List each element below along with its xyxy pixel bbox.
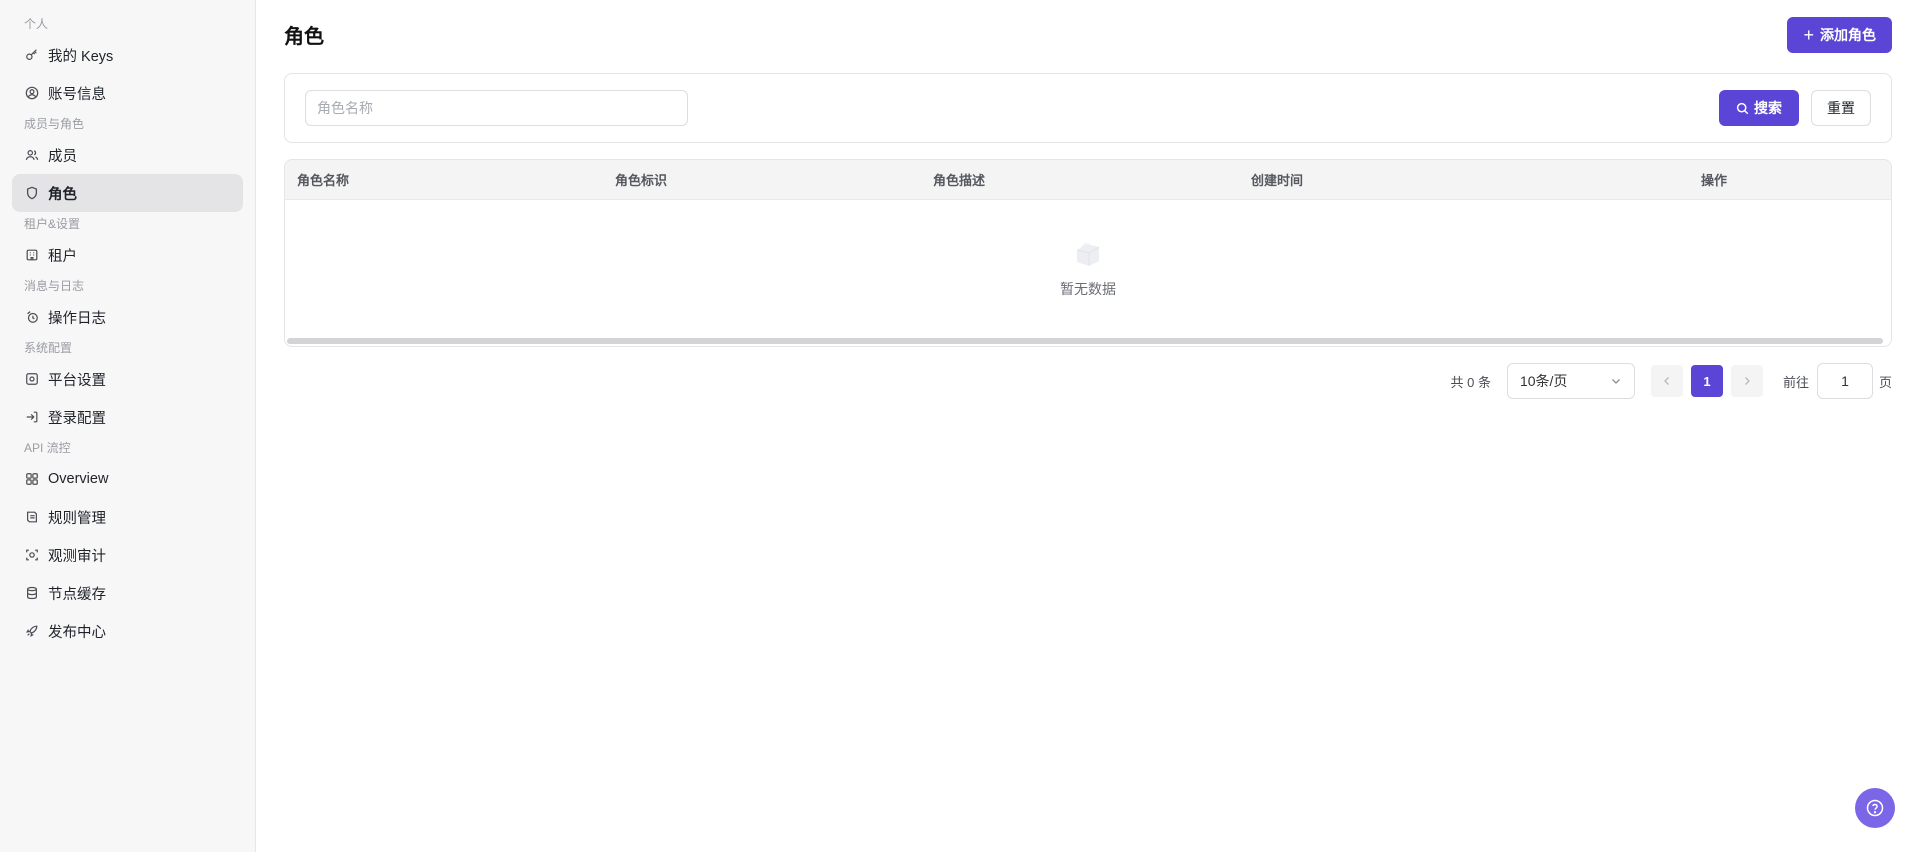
column-header-created-at: 创建时间 [1251, 173, 1304, 188]
settings-icon [24, 371, 40, 387]
search-button-label: 搜索 [1754, 100, 1782, 116]
table-header: 角色名称 角色标识 角色描述 创建时间 操作 [285, 160, 1891, 200]
column-header-role-desc: 角色描述 [933, 173, 986, 188]
chevron-right-icon [1745, 377, 1750, 385]
goto-page-input[interactable] [1816, 363, 1873, 399]
roles-table: 角色名称 角色标识 角色描述 创建时间 操作 暂无数据 [284, 159, 1892, 347]
sidebar-item-label: 租户 [48, 248, 77, 265]
sidebar-item-label: 规则管理 [48, 510, 106, 527]
sidebar-group-label: 系统配置 [24, 341, 73, 355]
sidebar-group-label: 个人 [24, 17, 49, 31]
sidebar-item-tenants[interactable]: 租户 [12, 236, 243, 274]
add-role-button[interactable]: + 添加角色 [1787, 17, 1892, 53]
search-button[interactable]: 搜索 [1719, 90, 1799, 126]
goto-label: 前往 [1782, 374, 1809, 390]
sidebar-item-label: 观测审计 [48, 548, 106, 565]
rocket-icon [24, 623, 40, 639]
sidebar-item-label: Overview [48, 471, 109, 487]
sidebar-group-label: 消息与日志 [24, 279, 85, 293]
add-role-label: 添加角色 [1820, 27, 1876, 43]
sidebar-item-label: 成员 [48, 148, 77, 165]
sidebar-group-label: 成员与角色 [24, 117, 85, 131]
sidebar-item-label: 节点缓存 [48, 586, 106, 603]
column-header-role-name: 角色名称 [297, 173, 350, 188]
sidebar-item-label: 我的 Keys [48, 48, 114, 65]
scan-icon [24, 547, 40, 563]
sidebar-item-account-info[interactable]: 账号信息 [12, 74, 243, 112]
page-unit-label: 页 [1878, 374, 1892, 390]
database-icon [24, 585, 40, 601]
sidebar-item-label: 账号信息 [48, 86, 106, 103]
role-name-input[interactable] [305, 90, 688, 126]
sidebar-item-label: 登录配置 [48, 410, 106, 427]
prev-page-button[interactable] [1650, 365, 1683, 397]
sidebar-group-label: API 流控 [24, 441, 71, 455]
pagination: 共 0 条 10条/页 1 前往 页 [1450, 363, 1892, 399]
search-icon [1736, 102, 1749, 115]
building-icon [24, 247, 40, 263]
empty-text: 暂无数据 [1060, 281, 1116, 297]
user-circle-icon [24, 85, 40, 101]
sidebar-item-rules[interactable]: 规则管理 [12, 498, 243, 536]
sidebar-item-operation-log[interactable]: 操作日志 [12, 298, 243, 336]
help-button[interactable] [1855, 788, 1895, 828]
search-panel: 搜索 重置 [284, 73, 1892, 143]
total-count: 共 0 条 [1450, 374, 1491, 390]
sidebar-item-audit[interactable]: 观测审计 [12, 536, 243, 574]
page-size-select[interactable]: 10条/页 [1506, 363, 1635, 399]
plus-icon: + [1803, 25, 1814, 45]
login-icon [24, 409, 40, 425]
page-number-current[interactable]: 1 [1690, 365, 1723, 397]
key-icon [24, 47, 40, 63]
sidebar-item-login-config[interactable]: 登录配置 [12, 398, 243, 436]
grid-icon [24, 471, 40, 487]
sidebar-item-release-center[interactable]: 发布中心 [12, 612, 243, 650]
sidebar-item-label: 平台设置 [48, 372, 106, 389]
next-page-button[interactable] [1730, 365, 1763, 397]
app-root: 个人 我的 Keys 账号信息 成员与角色 成员 角色 租户&设置 租户 消息与… [0, 0, 1920, 852]
sidebar-group-label: 租户&设置 [24, 217, 81, 231]
rules-icon [24, 509, 40, 525]
page-size-value: 10条/页 [1519, 373, 1568, 389]
reset-button[interactable]: 重置 [1811, 90, 1871, 126]
horizontal-scrollbar[interactable] [287, 338, 1883, 344]
sidebar-item-node-cache[interactable]: 节点缓存 [12, 574, 243, 612]
sidebar-item-roles[interactable]: 角色 [12, 174, 243, 212]
chevron-left-icon [1664, 377, 1669, 385]
empty-box-icon [1076, 242, 1100, 266]
main-content: 角色 + 添加角色 搜索 重置 角色名称 角色标识 角色描述 创建时间 操作 [257, 0, 1920, 852]
sidebar-item-members[interactable]: 成员 [12, 136, 243, 174]
column-header-role-key: 角色标识 [615, 173, 668, 188]
sidebar-item-my-keys[interactable]: 我的 Keys [12, 36, 243, 74]
users-icon [24, 147, 40, 163]
column-header-actions: 操作 [1701, 173, 1728, 188]
shield-icon [24, 185, 40, 201]
sidebar-item-label: 发布中心 [48, 624, 106, 641]
help-icon [1866, 799, 1884, 817]
log-icon [24, 309, 40, 325]
chevron-down-icon [1612, 379, 1620, 384]
sidebar-item-label: 操作日志 [48, 310, 106, 327]
sidebar-item-overview[interactable]: Overview [12, 460, 243, 498]
sidebar-item-platform-settings[interactable]: 平台设置 [12, 360, 243, 398]
sidebar-item-label: 角色 [48, 186, 77, 203]
empty-state: 暂无数据 [285, 200, 1891, 340]
sidebar: 个人 我的 Keys 账号信息 成员与角色 成员 角色 租户&设置 租户 消息与… [0, 0, 256, 852]
page-title: 角色 [284, 26, 324, 48]
